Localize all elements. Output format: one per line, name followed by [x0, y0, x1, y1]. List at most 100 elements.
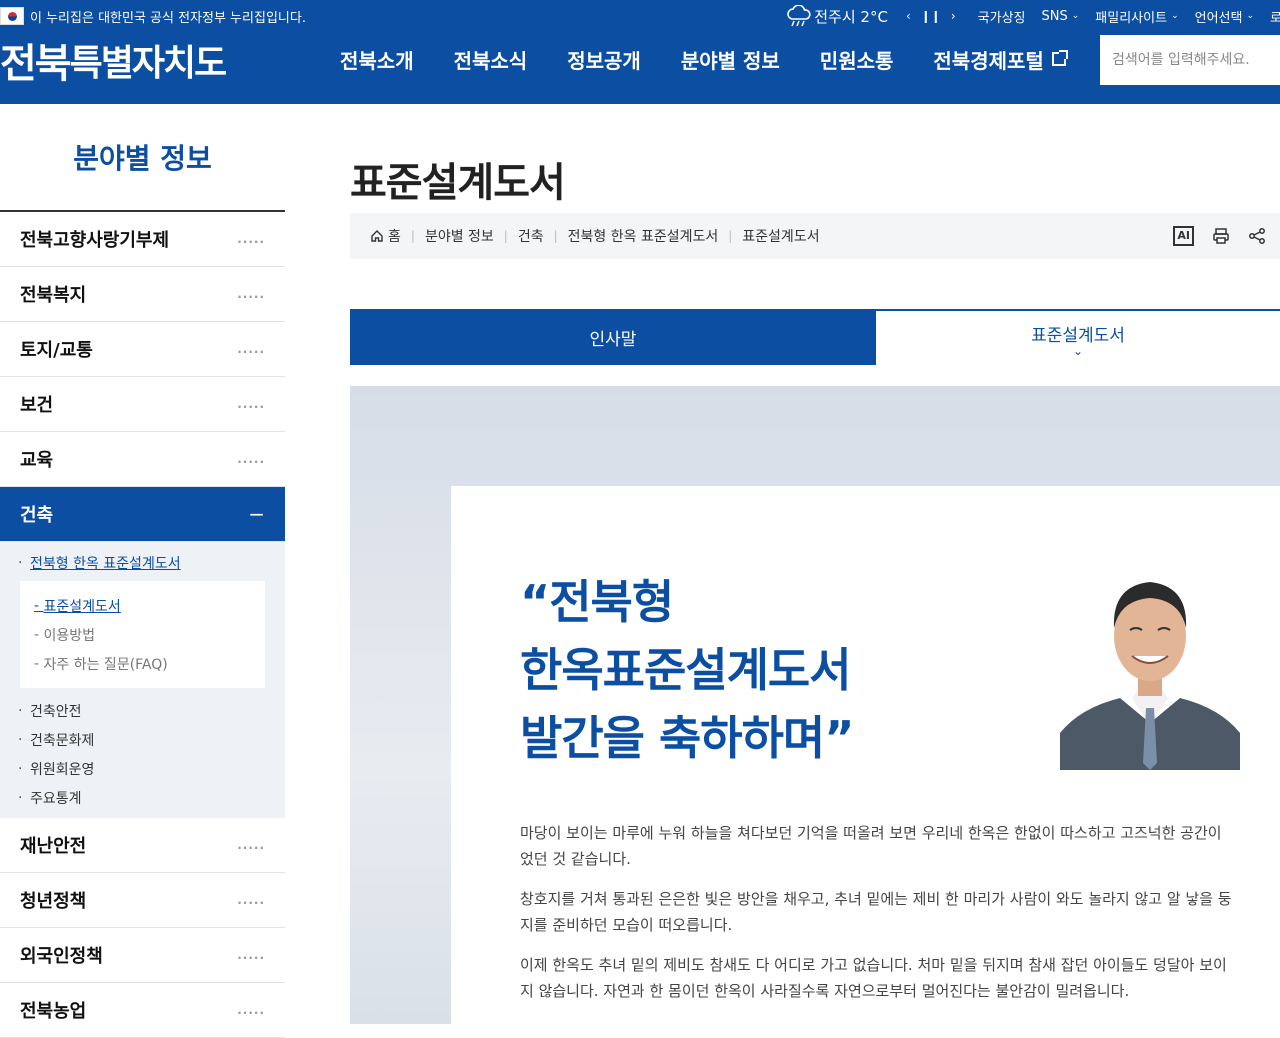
more-icon: .....	[237, 1003, 265, 1017]
side-item-health[interactable]: 보건.....	[0, 377, 285, 432]
language-label: 언어선택	[1194, 10, 1243, 26]
article-paragraph: 창호지를 거쳐 통과된 은은한 빛은 방안을 채우고, 추녀 밑에는 제비 한 …	[520, 890, 1232, 934]
search-input[interactable]	[1112, 52, 1280, 68]
logo-part1: 전북	[0, 41, 72, 87]
submenu-label: 건축문화제	[30, 732, 95, 749]
side-item-donation[interactable]: 전북고향사랑기부제.....	[0, 212, 285, 267]
side-item-label: 교육	[20, 450, 54, 471]
submenu-label: 표준설계도서	[43, 598, 121, 615]
nav-intro[interactable]: 전북소개	[340, 45, 414, 74]
submenu-committee[interactable]: · 위원회운영	[18, 754, 265, 783]
bullet-icon: ·	[18, 760, 23, 777]
page-tools: AI	[1173, 226, 1266, 246]
side-item-welfare[interactable]: 전북복지.....	[0, 267, 285, 322]
breadcrumb-separator: |	[553, 229, 558, 243]
side-submenu: · 전북형 한옥 표준설계도서 - 표준설계도서 - 이용방법 - 자주 하는 질…	[0, 542, 285, 818]
side-item-label: 전북고향사랑기부제	[20, 230, 170, 251]
submenu-usage[interactable]: - 이용방법	[34, 620, 251, 649]
external-link-icon	[1051, 50, 1068, 66]
weather-controls: ‹ ❙❙ ›	[906, 9, 956, 23]
side-item-disaster[interactable]: 재난안전.....	[0, 818, 285, 873]
next-icon[interactable]: ›	[951, 9, 956, 23]
nav-disclosure[interactable]: 정보공개	[567, 45, 641, 74]
breadcrumb-hanok[interactable]: 전북형 한옥 표준설계도서	[568, 226, 719, 246]
prev-icon[interactable]: ‹	[906, 9, 911, 23]
submenu-safety[interactable]: · 건축안전	[18, 696, 265, 725]
gov-notice: 이 누리집은 대한민국 공식 전자정부 누리집입니다.	[0, 0, 306, 32]
greeting-heading: “전북형 한옥표준설계도서 발간을 축하하며”	[520, 568, 854, 772]
submenu-label: 건축안전	[30, 703, 82, 720]
side-item-architecture[interactable]: 건축 −	[0, 487, 285, 542]
side-item-agriculture[interactable]: 전북농업.....	[0, 983, 285, 1038]
tab-greeting[interactable]: 인사말	[350, 309, 876, 365]
chevron-down-icon: ⌄	[1072, 343, 1084, 358]
submenu-label: 주요통계	[30, 790, 82, 807]
pause-icon[interactable]: ❙❙	[921, 9, 941, 23]
more-icon: .....	[237, 838, 265, 852]
national-symbol-link[interactable]: 국가상징	[978, 7, 1026, 26]
weather-text: 전주시 2°C	[814, 7, 888, 26]
breadcrumb-field-info[interactable]: 분야별 정보	[425, 226, 494, 246]
greeting-line: 한옥표준설계도서	[520, 643, 852, 697]
ai-icon[interactable]: AI	[1173, 226, 1194, 246]
breadcrumb-architecture[interactable]: 건축	[518, 226, 544, 246]
share-icon[interactable]	[1248, 227, 1266, 245]
breadcrumb-current: 표준설계도서	[742, 229, 820, 245]
bullet-icon: ·	[18, 554, 23, 571]
side-nav: 분야별 정보 전북고향사랑기부제..... 전북복지..... 토지/교통...…	[0, 104, 285, 1038]
utility-bar: 전주시 2°C ‹ ❙❙ › 국가상징 SNS ⌄ 패밀리사이트 ⌄ 언어선택 ⌄ 로	[786, 0, 1280, 32]
site-logo[interactable]: 전북 특별자치도	[0, 36, 228, 87]
nav-civil[interactable]: 민원소통	[820, 45, 894, 74]
side-item-land-traffic[interactable]: 토지/교통.....	[0, 322, 285, 377]
side-item-label: 전북복지	[20, 285, 87, 306]
login-link[interactable]: 로	[1270, 7, 1280, 26]
bullet-icon: ·	[18, 789, 23, 806]
submenu-label: 전북형 한옥 표준설계도서	[30, 555, 181, 572]
side-item-label: 외국인정책	[20, 946, 103, 967]
side-item-label: 재난안전	[20, 836, 87, 857]
sns-menu[interactable]: SNS ⌄	[1042, 9, 1080, 24]
more-icon: .....	[237, 452, 265, 466]
article-paragraph: 이제 한옥도 추녀 밑의 제비도 참새도 다 어디로 가고 없습니다. 처마 밑…	[520, 956, 1227, 1000]
bullet-icon: ·	[18, 731, 23, 748]
logo-part2: 특별자치도	[69, 43, 228, 84]
tab-label: 표준설계도서	[1031, 325, 1125, 346]
language-menu[interactable]: 언어선택 ⌄	[1195, 7, 1254, 26]
breadcrumb-home[interactable]: 홈	[388, 226, 401, 246]
submenu-faq[interactable]: - 자주 하는 질문(FAQ)	[34, 649, 251, 678]
side-item-youth[interactable]: 청년정책.....	[0, 873, 285, 928]
submenu-standard-docs[interactable]: - 표준설계도서	[34, 591, 251, 620]
nav-economy-portal[interactable]: 전북경제포털	[933, 45, 1068, 74]
article-paragraph: 마당이 보이는 마루에 누워 하늘을 쳐다보던 기억을 떠올려 보면 우리네 한…	[520, 824, 1222, 868]
submenu-statistics[interactable]: · 주요통계	[18, 783, 265, 812]
family-site-label: 패밀리사이트	[1095, 10, 1168, 26]
submenu-label: 위원회운영	[30, 761, 95, 778]
nav-field-info[interactable]: 분야별 정보	[681, 45, 780, 74]
weather: 전주시 2°C	[786, 5, 888, 27]
side-item-education[interactable]: 교육.....	[0, 432, 285, 487]
governor-portrait	[1060, 558, 1240, 770]
more-icon: .....	[237, 397, 265, 411]
family-site-menu[interactable]: 패밀리사이트 ⌄	[1095, 7, 1178, 26]
bullet-icon: ·	[18, 702, 23, 719]
tab-standard-docs[interactable]: 표준설계도서 ⌄	[876, 309, 1280, 365]
submenu-culture[interactable]: · 건축문화제	[18, 725, 265, 754]
submenu-children: - 표준설계도서 - 이용방법 - 자주 하는 질문(FAQ)	[20, 581, 265, 688]
side-item-label: 토지/교통	[20, 340, 93, 361]
breadcrumb-separator: |	[503, 229, 508, 243]
side-item-foreigner[interactable]: 외국인정책.....	[0, 928, 285, 983]
greeting-line: “전북형	[520, 575, 674, 629]
site-header: 이 누리집은 대한민국 공식 전자정부 누리집입니다. 전주시 2°C ‹ ❙❙…	[0, 0, 1280, 104]
breadcrumb-separator: |	[728, 229, 733, 243]
print-icon[interactable]	[1212, 227, 1230, 245]
side-item-label: 보건	[20, 395, 54, 416]
side-item-label: 청년정책	[20, 891, 87, 912]
submenu-hanok-standard[interactable]: · 전북형 한옥 표준설계도서	[18, 548, 265, 577]
gov-notice-text: 이 누리집은 대한민국 공식 전자정부 누리집입니다.	[30, 10, 306, 26]
more-icon: .....	[237, 893, 265, 907]
more-icon: .....	[237, 232, 265, 246]
nav-news[interactable]: 전북소식	[454, 45, 528, 74]
rain-cloud-icon	[787, 5, 811, 27]
side-item-label: 전북농업	[20, 1001, 87, 1022]
taegukgi-icon	[0, 7, 24, 25]
